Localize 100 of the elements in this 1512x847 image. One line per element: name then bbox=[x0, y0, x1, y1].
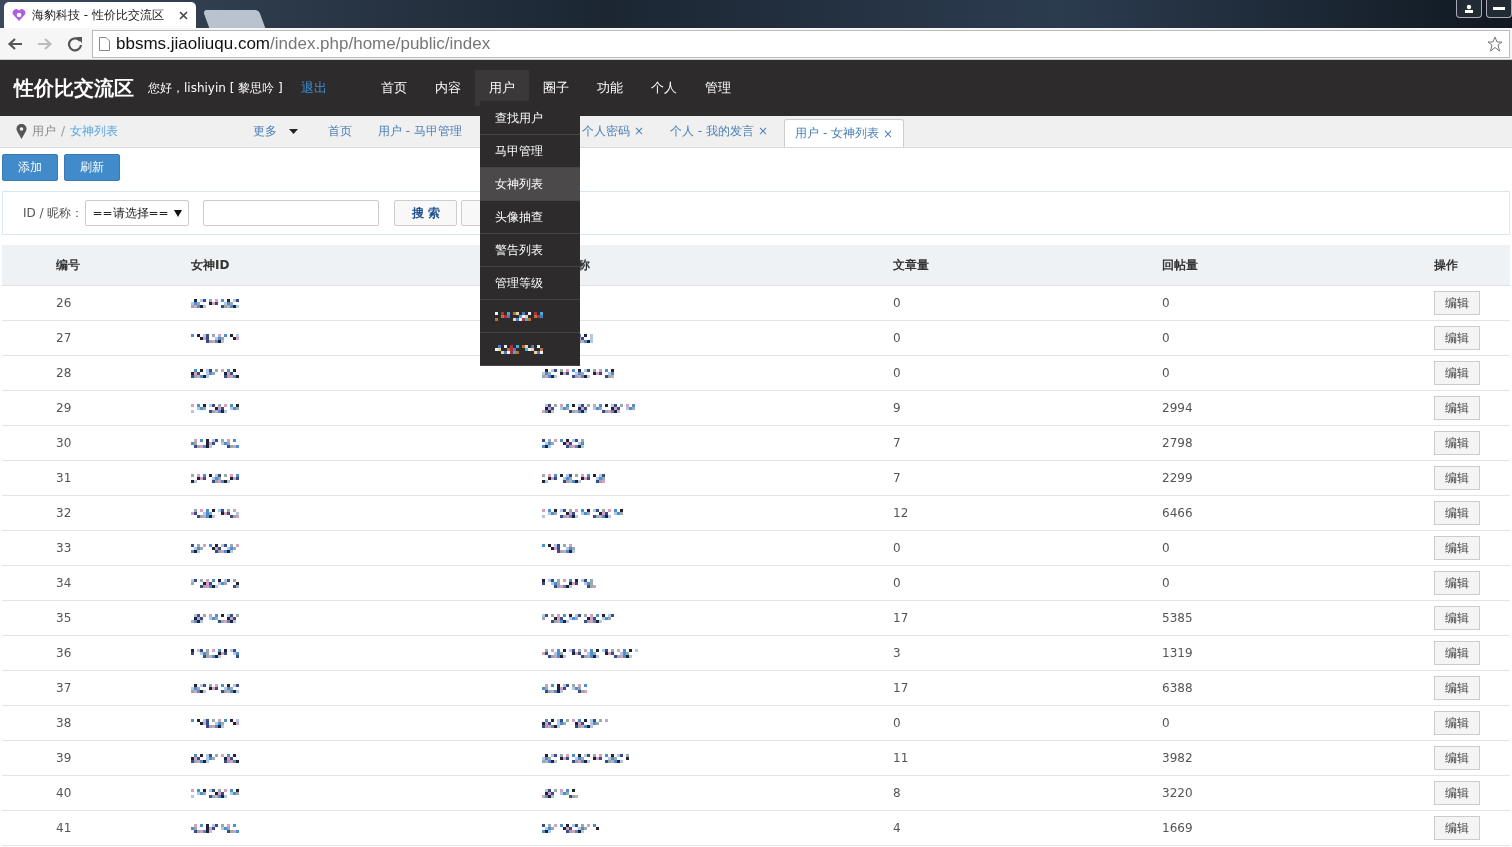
nav-item[interactable]: 管理 bbox=[690, 70, 745, 106]
nav-item[interactable]: 个人 bbox=[636, 70, 691, 106]
filter-label: ID / 昵称： bbox=[23, 204, 84, 222]
star-icon[interactable] bbox=[1487, 35, 1503, 52]
table-cell-text: 17 bbox=[893, 611, 910, 625]
edit-button[interactable]: 编辑 bbox=[1434, 711, 1480, 735]
edit-button[interactable]: 编辑 bbox=[1434, 641, 1480, 665]
pixelated-text-drawing bbox=[495, 344, 543, 354]
close-icon[interactable]: × bbox=[758, 124, 769, 138]
pixelated-text-drawing bbox=[542, 543, 575, 553]
table-cell-text: 0 bbox=[1162, 576, 1171, 590]
logout-link[interactable]: 退出 bbox=[300, 79, 327, 97]
table-cell-text: 29 bbox=[56, 401, 73, 415]
table-cell-text: 35 bbox=[56, 611, 73, 625]
nav-item[interactable]: 首页 bbox=[366, 70, 421, 106]
pixelated-text-drawing bbox=[542, 683, 587, 693]
edit-button[interactable]: 编辑 bbox=[1434, 501, 1480, 525]
reload-icon bbox=[67, 35, 83, 52]
edit-button[interactable]: 编辑 bbox=[1434, 606, 1480, 630]
table-cell-text: 36 bbox=[56, 646, 73, 660]
pixelated-text-drawing bbox=[191, 298, 239, 308]
pixelated-text-drawing bbox=[191, 823, 239, 833]
table-cell-text: 0 bbox=[1162, 716, 1171, 730]
table-cell-text: 0 bbox=[893, 541, 902, 555]
user-button[interactable] bbox=[1456, 0, 1482, 18]
table-cell-text: 3982 bbox=[1162, 751, 1194, 765]
edit-button[interactable]: 编辑 bbox=[1434, 536, 1480, 560]
column-header: 文章量 bbox=[893, 256, 930, 274]
nav-item[interactable]: 用户 bbox=[474, 70, 529, 106]
table-cell-text: 4 bbox=[893, 821, 902, 835]
edit-button[interactable]: 编辑 bbox=[1434, 326, 1480, 350]
new-tab-button[interactable] bbox=[202, 10, 266, 28]
search-field[interactable] bbox=[203, 200, 380, 226]
toolbar-button[interactable]: 添加 bbox=[2, 154, 58, 181]
nav-item[interactable]: 内容 bbox=[420, 70, 475, 106]
page-tab[interactable]: 首页 bbox=[318, 115, 362, 147]
edit-button[interactable]: 编辑 bbox=[1434, 571, 1480, 595]
column-header: 回帖量 bbox=[1162, 256, 1199, 274]
edit-button[interactable]: 编辑 bbox=[1434, 396, 1480, 420]
table-cell-text: 0 bbox=[1162, 541, 1171, 555]
close-icon[interactable]: × bbox=[633, 124, 645, 138]
table-cell-text: 0 bbox=[893, 716, 902, 730]
pixelated-text-drawing bbox=[542, 718, 608, 728]
table-cell-text: 12 bbox=[893, 506, 910, 520]
table-cell-text: 6466 bbox=[1162, 506, 1194, 520]
toolbar-button[interactable]: 刷新 bbox=[64, 154, 120, 181]
edit-button[interactable]: 编辑 bbox=[1434, 746, 1480, 770]
table-cell-text: 31 bbox=[56, 471, 73, 485]
column-header: 操作 bbox=[1434, 256, 1459, 274]
browser-tab[interactable]: 海豹科技 - 性价比交流区 bbox=[4, 2, 196, 28]
table-cell-text: 17 bbox=[893, 681, 910, 695]
close-icon[interactable] bbox=[179, 10, 188, 20]
table-cell-text: 7 bbox=[893, 471, 902, 485]
nav-item[interactable]: 功能 bbox=[582, 70, 637, 106]
type-select[interactable]: ==请选择== bbox=[85, 200, 190, 226]
pixelated-text-drawing bbox=[191, 508, 239, 518]
edit-button[interactable]: 编辑 bbox=[1434, 466, 1480, 490]
pixelated-text-drawing bbox=[495, 311, 543, 321]
table-cell-text: 3220 bbox=[1162, 786, 1194, 800]
edit-button[interactable]: 编辑 bbox=[1434, 291, 1480, 315]
minimize-icon bbox=[1493, 6, 1505, 11]
page-tab[interactable]: 个人 - 我的发言 × bbox=[660, 115, 779, 147]
table-cell-text: 0 bbox=[893, 331, 902, 345]
pixelated-text-drawing bbox=[542, 823, 599, 833]
page-tab[interactable]: 用户 - 马甲管理 bbox=[368, 115, 472, 147]
more-tabs-button[interactable]: 更多 bbox=[253, 115, 298, 147]
pixelated-text-drawing bbox=[191, 788, 239, 798]
page-tab[interactable]: 用户 - 女神列表 × bbox=[784, 119, 905, 147]
table-cell-text: 33 bbox=[56, 541, 73, 555]
pixelated-text-drawing bbox=[191, 473, 239, 483]
table-cell-text: 28 bbox=[56, 366, 73, 380]
close-icon[interactable]: × bbox=[883, 126, 894, 141]
table-cell-text: 7 bbox=[893, 436, 902, 450]
pixelated-text-drawing bbox=[542, 368, 614, 378]
greeting-text: 您好，lishiyin [ 黎思吟 ] bbox=[148, 79, 283, 97]
pixelated-text-drawing bbox=[191, 403, 239, 413]
minimize-button[interactable] bbox=[1486, 0, 1512, 18]
tab-title: 海豹科技 - 性价比交流区 bbox=[32, 6, 165, 24]
page-icon bbox=[99, 36, 110, 51]
pixelated-text-drawing bbox=[191, 543, 239, 553]
address-bar[interactable]: bbsms.jiaoliuqu.com/index.php/home/public/index bbox=[92, 29, 1510, 58]
dropdown-arrow-icon bbox=[174, 209, 183, 217]
edit-button[interactable]: 编辑 bbox=[1434, 781, 1480, 805]
back-arrow-icon bbox=[7, 36, 23, 51]
forward-arrow-icon bbox=[37, 36, 53, 51]
menu-item[interactable]: 女神列表 bbox=[480, 168, 580, 201]
table-cell-text: 2994 bbox=[1162, 401, 1194, 415]
pixelated-text-drawing bbox=[542, 473, 605, 483]
table-cell-text: 37 bbox=[56, 681, 73, 695]
table-cell-text: 34 bbox=[56, 576, 73, 590]
table-cell-text: 0 bbox=[1162, 296, 1171, 310]
search-button[interactable]: 搜 索 bbox=[394, 200, 458, 226]
url-path: /index.php/home/public/index bbox=[270, 33, 491, 53]
edit-button[interactable]: 编辑 bbox=[1434, 431, 1480, 455]
site-logo: 性价比交流区 bbox=[14, 74, 134, 102]
edit-button[interactable]: 编辑 bbox=[1434, 361, 1480, 385]
edit-button[interactable]: 编辑 bbox=[1434, 816, 1480, 840]
location-pin-icon bbox=[16, 123, 27, 139]
edit-button[interactable]: 编辑 bbox=[1434, 676, 1480, 700]
table-cell-text: 27 bbox=[56, 331, 73, 345]
